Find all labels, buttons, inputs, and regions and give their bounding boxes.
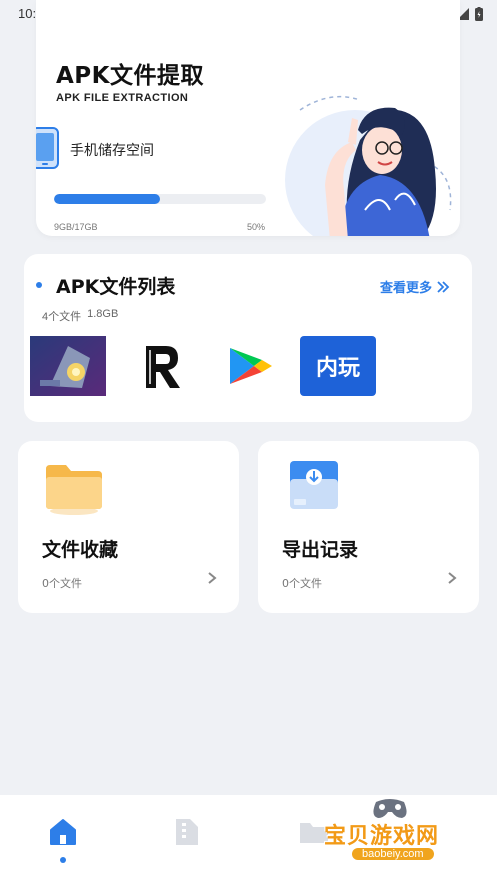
- neiwan-app-label: 内玩: [315, 356, 360, 381]
- hero-subtitle: APK FILE EXTRACTION: [56, 92, 189, 104]
- export-records-card[interactable]: 导出记录 0个文件: [258, 441, 479, 613]
- woman-illustration: [285, 95, 452, 236]
- watermark-url: baobeiy.com: [352, 848, 434, 860]
- section-dot: [36, 282, 42, 288]
- storage-hero-card: APK文件提取 APK FILE EXTRACTION 手机储存空间 9GB/1…: [36, 0, 460, 236]
- chevron-right-icon: [208, 572, 217, 584]
- hero-title: APK文件提取: [56, 63, 204, 89]
- chevron-right-icon: [448, 572, 457, 584]
- double-chevron-right-icon: [437, 280, 450, 293]
- apk-total-size: 1.8GB: [87, 308, 119, 320]
- apk-count: 4个文件: [42, 311, 82, 323]
- storage-percent-text: 50%: [247, 222, 266, 232]
- view-more-label: 查看更多: [380, 281, 433, 296]
- exports-title: 导出记录: [282, 539, 359, 561]
- folder-icon: [46, 465, 102, 515]
- phone-icon: [36, 127, 59, 169]
- file-favorites-card[interactable]: 文件收藏 0个文件: [18, 441, 239, 613]
- storage-usage-text: 9GB/17GB: [54, 222, 98, 232]
- home-icon[interactable]: [48, 817, 78, 847]
- storage-progress-fill: [54, 194, 160, 204]
- apk-list-title: APK文件列表: [56, 276, 176, 298]
- storage-progress-bar: [54, 194, 266, 204]
- r-letter-app-icon[interactable]: [126, 336, 202, 396]
- favorites-title: 文件收藏: [42, 539, 119, 561]
- storage-label: 手机储存空间: [70, 143, 154, 159]
- watermark-logo: 宝贝游戏网 baobeiy.com: [318, 796, 468, 868]
- battery-icon: [475, 7, 483, 21]
- export-icon: [290, 461, 338, 509]
- neiwan-app-icon[interactable]: 内玩: [300, 336, 376, 396]
- apk-list-meta: 4个文件 1.8GB: [42, 308, 118, 324]
- google-play-icon[interactable]: [214, 336, 290, 396]
- zip-file-icon[interactable]: [172, 817, 200, 847]
- apk-list-card[interactable]: APK文件列表 查看更多 4个文件 1.8GB 内玩: [24, 254, 472, 422]
- favorites-count: 0个文件: [42, 577, 82, 590]
- gamepad-icon: [373, 799, 407, 818]
- view-more-link[interactable]: 查看更多: [380, 277, 450, 296]
- exports-count: 0个文件: [282, 577, 322, 590]
- active-tab-indicator: [60, 857, 66, 863]
- watermark-text: 宝贝游戏网: [324, 824, 440, 849]
- game-app-icon[interactable]: [30, 336, 106, 396]
